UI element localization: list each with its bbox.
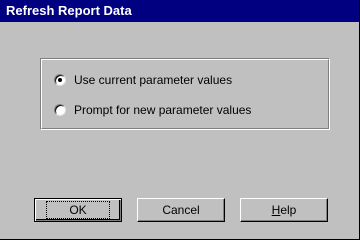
radio-button-selected[interactable]: [54, 74, 66, 86]
use-current-values-option[interactable]: Use current parameter values: [54, 72, 232, 88]
ok-button[interactable]: OK: [34, 198, 122, 222]
use-current-values-label: Use current parameter values: [74, 73, 233, 87]
help-button-label: Help: [272, 203, 297, 217]
help-label-rest: elp: [280, 203, 297, 217]
prompt-new-values-label: Prompt for new parameter values: [74, 103, 252, 117]
radio-button-unselected[interactable]: [54, 104, 66, 116]
radio-dot-icon: [58, 78, 62, 82]
prompt-new-values-option[interactable]: Prompt for new parameter values: [54, 102, 251, 118]
ok-button-label: OK: [46, 201, 110, 219]
dialog-title: Refresh Report Data: [0, 0, 359, 22]
parameter-options-group: Use current parameter values Prompt for …: [40, 58, 330, 130]
cancel-button-label: Cancel: [162, 203, 200, 217]
cancel-button[interactable]: Cancel: [137, 198, 225, 222]
help-button[interactable]: Help: [240, 198, 328, 222]
refresh-report-data-dialog: Refresh Report Data Use current paramete…: [0, 0, 360, 240]
